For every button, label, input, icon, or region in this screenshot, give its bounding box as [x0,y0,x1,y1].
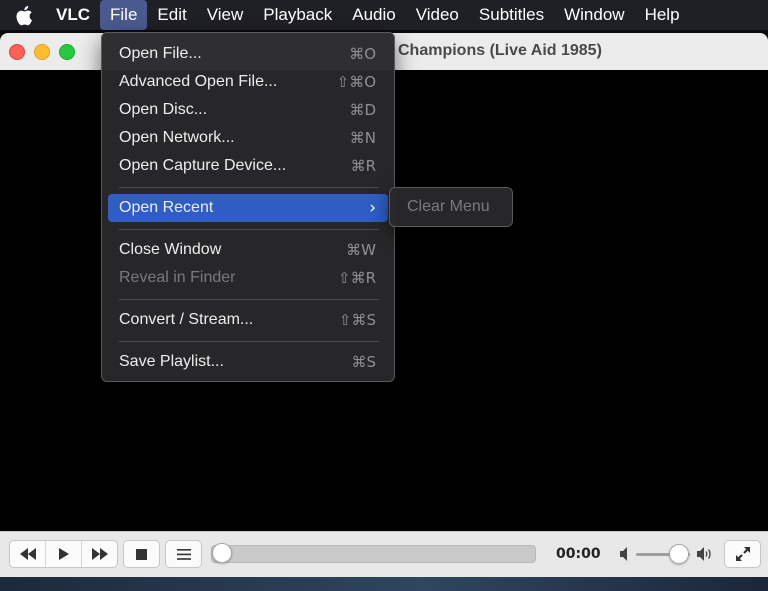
rewind-button[interactable] [10,541,45,567]
menu-item-open-capture-device[interactable]: Open Capture Device... ⌘R [108,152,388,180]
menu-video[interactable]: Video [406,0,469,30]
close-window-button[interactable] [9,44,25,60]
playlist-icon [176,548,191,560]
menu-item-open-network[interactable]: Open Network... ⌘N [108,124,388,152]
zoom-window-button[interactable] [59,44,75,60]
menu-item-convert-stream[interactable]: Convert / Stream... ⇧⌘S [108,306,388,334]
fast-forward-button[interactable] [81,541,117,567]
playlist-button[interactable] [165,540,202,568]
menu-edit[interactable]: Edit [147,0,196,30]
file-menu-dropdown: Open File... ⌘O Advanced Open File... ⇧⌘… [101,32,395,382]
desktop-background [0,577,768,591]
menu-item-reveal-in-finder: Reveal in Finder ⇧⌘R [119,269,376,287]
window-title: Champions (Live Aid 1985) [398,42,602,59]
fullscreen-icon [735,547,750,561]
stop-icon [136,548,147,560]
rewind-icon [19,548,36,560]
playback-controls: 00:00 [0,531,768,578]
menu-item-close-window[interactable]: Close Window ⌘W [108,236,388,264]
menu-playback[interactable]: Playback [253,0,342,30]
transport-button-group [9,540,118,568]
apple-logo-icon[interactable] [0,0,48,30]
menu-separator [119,341,379,342]
volume-mute-icon[interactable] [620,547,632,561]
shortcut-label: ⇧⌘R [338,269,376,287]
menu-separator [119,299,379,300]
menu-item-save-playlist[interactable]: Save Playlist... ⌘S [108,348,388,376]
menu-view[interactable]: View [197,0,254,30]
volume-max-icon[interactable] [697,547,713,561]
stop-button[interactable] [123,540,160,568]
menu-subtitles[interactable]: Subtitles [469,0,554,30]
menu-help[interactable]: Help [635,0,690,30]
menu-item-advanced-open-file[interactable]: Advanced Open File... ⇧⌘O [108,68,388,96]
menu-window[interactable]: Window [554,0,634,30]
shortcut-label: ⌘S [351,353,376,371]
seek-knob[interactable] [212,543,232,563]
fast-forward-icon [91,548,108,560]
elapsed-time[interactable]: 00:00 [556,546,601,562]
chevron-right-icon: › [369,198,376,218]
menu-separator [119,229,379,230]
shortcut-label: ⌘D [349,101,376,119]
menu-item-clear-menu: Clear Menu [407,198,490,215]
open-recent-submenu: Clear Menu [389,187,513,227]
menu-separator [119,187,379,188]
play-button[interactable] [45,541,81,567]
shortcut-label: ⇧⌘O [336,73,376,91]
shortcut-label: ⌘W [346,241,376,259]
menu-item-open-recent[interactable]: Open Recent › [108,194,388,222]
menu-bar: VLC File Edit View Playback Audio Video … [0,0,768,30]
shortcut-label: ⌘R [350,157,376,175]
menu-file[interactable]: File [100,0,148,30]
menu-app-vlc[interactable]: VLC [48,0,100,30]
menu-audio[interactable]: Audio [342,0,405,30]
seek-bar[interactable] [211,545,536,563]
shortcut-label: ⌘O [349,45,376,63]
play-icon [58,548,69,560]
volume-knob[interactable] [668,544,689,564]
menu-item-open-disc[interactable]: Open Disc... ⌘D [108,96,388,124]
shortcut-label: ⌘N [349,129,376,147]
minimize-window-button[interactable] [34,44,50,60]
shortcut-label: ⇧⌘S [338,311,376,329]
menu-item-open-file[interactable]: Open File... ⌘O [108,40,388,68]
fullscreen-button[interactable] [724,540,761,568]
